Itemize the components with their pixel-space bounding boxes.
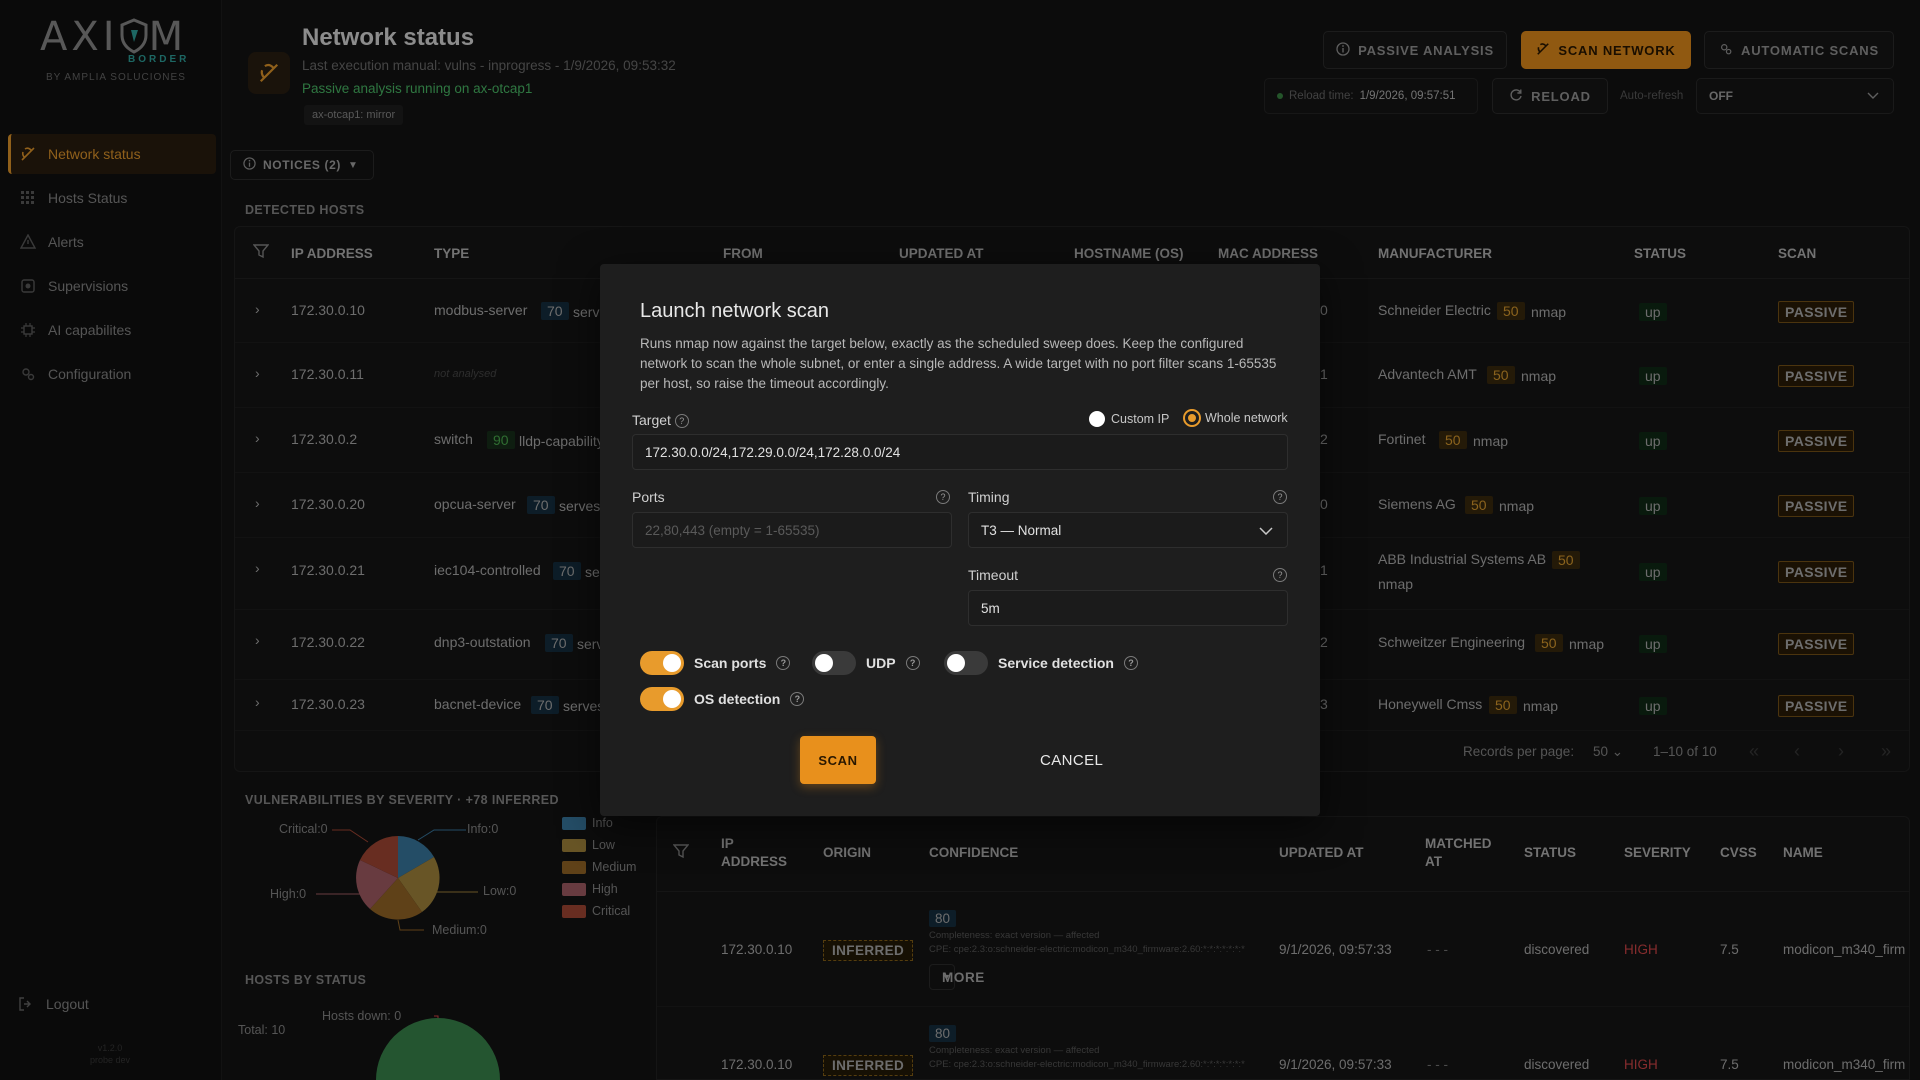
help-icon[interactable]: ? — [936, 490, 950, 504]
help-icon[interactable]: ? — [790, 692, 805, 706]
timing-select[interactable]: T3 — Normal — [968, 512, 1288, 548]
radio-button[interactable] — [1089, 411, 1105, 427]
help-icon[interactable]: ? — [674, 414, 689, 429]
service-detection-toggle[interactable]: Service detection? — [944, 651, 1138, 675]
toggle-switch[interactable] — [812, 651, 856, 675]
ports-label: Ports — [632, 489, 665, 505]
help-icon[interactable]: ? — [1273, 490, 1287, 504]
radio-button-selected[interactable] — [1185, 411, 1199, 425]
radio-whole-network[interactable]: Whole network — [1185, 411, 1288, 425]
scan-ports-toggle[interactable]: Scan ports? — [640, 651, 791, 675]
help-icon[interactable]: ? — [1123, 656, 1138, 670]
help-icon[interactable]: ? — [1273, 568, 1287, 582]
os-detection-toggle[interactable]: OS detection? — [640, 687, 805, 711]
ports-input[interactable]: 22,80,443 (empty = 1-65535) — [632, 512, 952, 548]
udp-toggle[interactable]: UDP? — [812, 651, 920, 675]
timing-label: Timing — [968, 489, 1010, 505]
dialog-title: Launch network scan — [640, 300, 830, 322]
help-icon[interactable]: ? — [776, 656, 791, 670]
help-icon[interactable]: ? — [905, 656, 920, 670]
target-input[interactable]: 172.30.0.0/24,172.29.0.0/24,172.28.0.0/2… — [632, 434, 1288, 470]
toggle-switch[interactable] — [640, 651, 684, 675]
toggle-switch[interactable] — [640, 687, 684, 711]
radio-custom-ip[interactable]: Custom IP — [1089, 411, 1169, 427]
cancel-button[interactable]: CANCEL — [1040, 752, 1103, 769]
launch-scan-dialog: Launch network scan Runs nmap now agains… — [600, 264, 1320, 816]
timeout-label: Timeout — [968, 567, 1019, 583]
toggle-switch[interactable] — [944, 651, 988, 675]
target-label: Target ? — [632, 412, 689, 429]
timeout-input[interactable]: 5m — [968, 590, 1288, 626]
chevron-down-icon — [1259, 523, 1273, 538]
scan-button[interactable]: SCAN — [800, 736, 876, 784]
dialog-description: Runs nmap now against the target below, … — [640, 336, 1277, 391]
